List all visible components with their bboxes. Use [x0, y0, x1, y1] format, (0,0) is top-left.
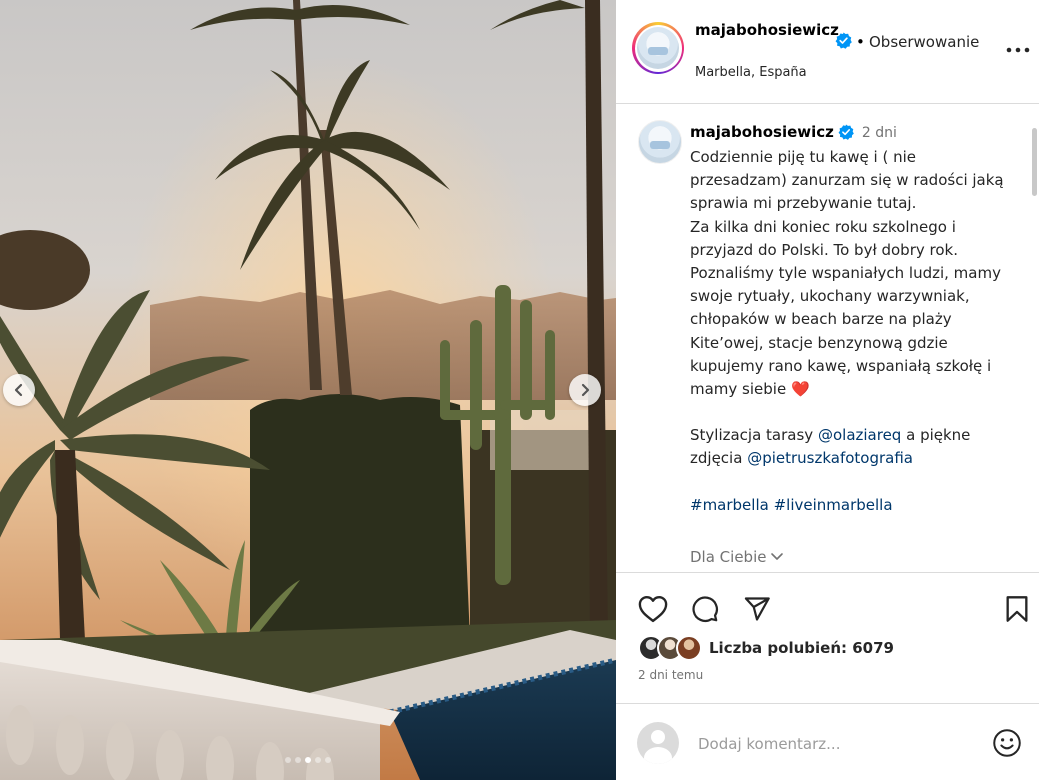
avatar-body-shape: [644, 747, 672, 764]
avatar: [637, 27, 679, 69]
separator-dot: •: [856, 33, 865, 51]
heart-emoji: ❤️: [790, 380, 810, 399]
carousel-dot: [315, 757, 321, 763]
chevron-right-icon: [581, 383, 590, 397]
carousel-dot: [325, 757, 331, 763]
carousel-dot: [295, 757, 301, 763]
hashtag-link-1[interactable]: #marbella: [690, 496, 769, 514]
post-details-panel: majabohosiewicz • Obserwowanie Marbella,…: [616, 0, 1039, 780]
avatar-head-shape: [651, 730, 665, 744]
post-username[interactable]: majabohosiewicz: [695, 20, 845, 40]
post-photo: [0, 0, 616, 780]
story-ring[interactable]: [632, 22, 684, 74]
caption-paragraph-1: Codziennie piję tu kawę i ( nie przesadz…: [690, 148, 1004, 213]
following-button[interactable]: Obserwowanie: [869, 32, 979, 52]
caption-paragraph-2-text: Za kilka dni koniec roku szkolnego i prz…: [690, 217, 1001, 399]
heart-icon: [638, 595, 668, 623]
chevron-left-icon: [14, 383, 23, 397]
comment-bubble-icon: [692, 596, 718, 622]
carousel-prev-button[interactable]: [3, 374, 35, 406]
likes-count[interactable]: Liczba polubień: 6079: [709, 639, 894, 657]
caption-username[interactable]: majabohosiewicz: [690, 123, 834, 141]
caption-avatar[interactable]: [638, 120, 682, 164]
emoji-button[interactable]: [992, 728, 1022, 758]
post-actions: Liczba polubień: 6079 2 dni temu: [616, 572, 1039, 703]
smiley-icon: [993, 729, 1021, 757]
post-location[interactable]: Marbella, España: [695, 64, 807, 82]
carousel-next-button[interactable]: [569, 374, 601, 406]
caption-time[interactable]: 2 dni: [862, 125, 897, 141]
caption-text: Codziennie piję tu kawę i ( nie przesadz…: [690, 146, 1008, 517]
likes-summary[interactable]: Liczba polubień: 6079: [638, 635, 894, 661]
for-you-dropdown[interactable]: Dla Ciebie: [690, 548, 784, 566]
caption-paragraph-2: Za kilka dni koniec roku szkolnego i prz…: [690, 216, 1008, 402]
caption-header: majabohosiewicz 2 dni: [690, 122, 897, 143]
post-header: majabohosiewicz • Obserwowanie Marbella,…: [616, 0, 1039, 104]
like-button[interactable]: [637, 593, 669, 625]
verified-badge-icon: [835, 32, 852, 49]
more-options-icon: [1006, 47, 1030, 53]
share-button[interactable]: [741, 593, 773, 625]
caption-paragraph-3: Stylizacja tarasy @olaziareq a piękne zd…: [690, 424, 1008, 470]
carousel-dot: [305, 757, 311, 763]
avatar-border: [634, 24, 682, 72]
comments-area[interactable]: majabohosiewicz 2 dni Codziennie piję tu…: [616, 104, 1039, 572]
verified-badge-icon: [838, 124, 854, 140]
scrollbar-thumb[interactable]: [1032, 128, 1037, 196]
save-button[interactable]: [1001, 593, 1033, 625]
post-media[interactable]: [0, 0, 616, 780]
bookmark-icon: [1006, 596, 1028, 622]
caption-hashtags: #marbella #liveinmarbella: [690, 494, 1008, 517]
current-user-avatar: [637, 722, 679, 764]
paper-plane-icon: [744, 597, 770, 621]
mention-link-2[interactable]: @pietruszkafotografia: [747, 449, 913, 467]
comment-button[interactable]: [689, 593, 721, 625]
comment-composer: [616, 703, 1039, 781]
chevron-down-icon: [771, 553, 784, 560]
carousel-dots: [0, 757, 616, 763]
for-you-label: Dla Ciebie: [690, 548, 767, 566]
more-options-button[interactable]: [1004, 36, 1032, 64]
mention-link-1[interactable]: @olaziareq: [818, 426, 901, 444]
carousel-dot: [285, 757, 291, 763]
add-comment-input[interactable]: [696, 730, 980, 758]
liker-avatar: [676, 635, 702, 661]
post-date[interactable]: 2 dni temu: [638, 668, 703, 682]
hashtag-link-2[interactable]: #liveinmarbella: [774, 496, 893, 514]
caption-line3-prefix: Stylizacja tarasy: [690, 426, 814, 445]
